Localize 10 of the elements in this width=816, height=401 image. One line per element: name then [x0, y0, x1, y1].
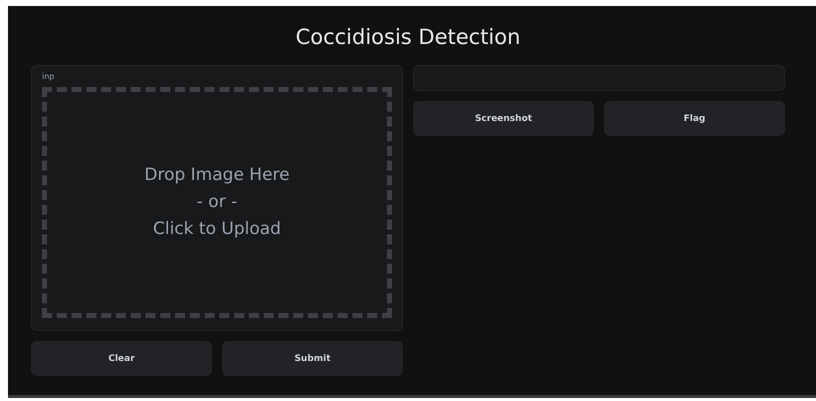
drop-zone-text: Drop Image Here	[144, 164, 290, 187]
page-title: Coccidiosis Detection	[294, 24, 522, 51]
drop-zone-text: - or -	[196, 191, 238, 214]
image-drop-zone[interactable]: Drop Image Here - or - Click to Upload	[42, 87, 392, 318]
submit-button[interactable]: Submit	[222, 341, 403, 376]
screenshot-button[interactable]: Screenshot	[413, 101, 594, 136]
input-label: inp	[42, 72, 54, 81]
clear-button[interactable]: Clear	[31, 341, 212, 376]
drop-zone-text: Click to Upload	[153, 218, 281, 241]
flag-button[interactable]: Flag	[604, 101, 785, 136]
